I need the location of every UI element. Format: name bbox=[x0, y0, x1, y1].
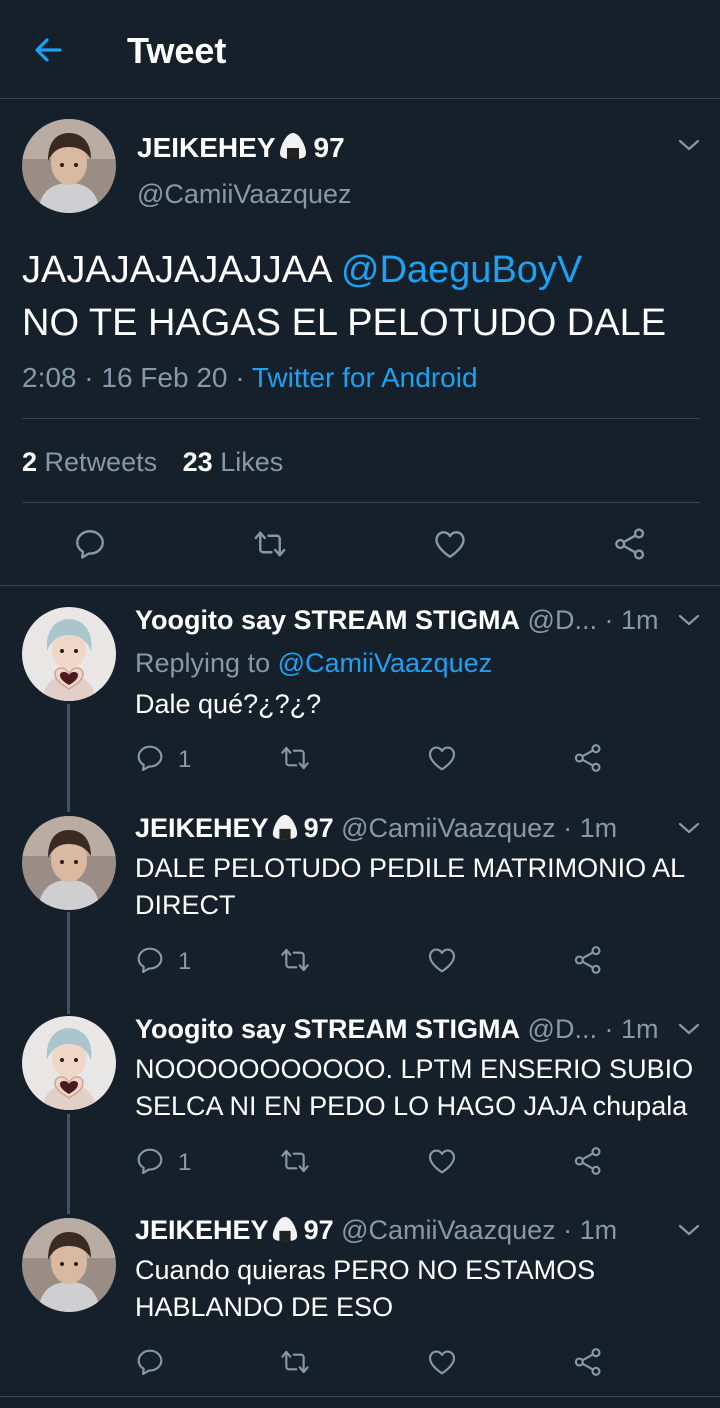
author-name[interactable]: JEIKEHEY 97 bbox=[137, 131, 345, 164]
reply-count: 1 bbox=[178, 1149, 192, 1176]
retweet-icon[interactable] bbox=[252, 526, 288, 562]
author-name[interactable]: JEIKEHEY 97 bbox=[135, 813, 334, 843]
share-icon[interactable] bbox=[612, 526, 648, 562]
author-handle[interactable]: @CamiiVaazquez bbox=[341, 813, 556, 843]
reply-header: JEIKEHEY 97 @CamiiVaazquez · 1m bbox=[135, 1215, 617, 1246]
reply-icon[interactable] bbox=[72, 526, 108, 562]
reply-header: Yoogito say STREAM STIGMA @D... · 1m bbox=[135, 605, 658, 636]
chevron-down-icon[interactable] bbox=[678, 1022, 700, 1036]
likes-stat[interactable]: 23 Likes bbox=[183, 447, 284, 477]
reply-text: DALE PELOTUDO PEDILE MATRIMONIO AL DIREC… bbox=[135, 853, 685, 920]
like-icon[interactable] bbox=[426, 1145, 458, 1177]
page-title: Tweet bbox=[127, 30, 227, 71]
like-icon[interactable] bbox=[426, 742, 458, 774]
author-name[interactable]: JEIKEHEY 97 bbox=[135, 1215, 334, 1245]
arrow-left-icon[interactable] bbox=[30, 32, 66, 68]
reply-time: · 1m bbox=[604, 1014, 659, 1044]
divider bbox=[22, 418, 700, 419]
reply-text: Dale qué?¿?¿? bbox=[135, 689, 322, 719]
thread-line bbox=[67, 912, 70, 1014]
mention-link[interactable]: @DaeguBoyV bbox=[341, 249, 582, 291]
reply-icon[interactable] bbox=[134, 1346, 166, 1378]
author-name[interactable]: Yoogito say STREAM STIGMA bbox=[135, 1014, 520, 1044]
retweet-icon[interactable] bbox=[279, 944, 311, 976]
retweet-icon[interactable] bbox=[279, 1346, 311, 1378]
chevron-down-icon[interactable] bbox=[678, 821, 700, 835]
mention-link[interactable]: @CamiiVaazquez bbox=[278, 648, 493, 678]
author-handle[interactable]: @D... bbox=[528, 1014, 597, 1044]
replying-to: Replying to @CamiiVaazquez bbox=[135, 648, 493, 678]
tweet-timestamp: 2:08 · 16 Feb 20 · bbox=[22, 362, 245, 393]
avatar[interactable] bbox=[22, 119, 116, 213]
reply-text: NOOOOOOOOOOO. LPTM ENSERIO SUBIO SELCA N… bbox=[135, 1054, 694, 1121]
tweet-stats: 2 Retweets 23 Likes bbox=[22, 447, 283, 478]
tweet-text: JAJAJAJAJAJJAA @DaeguBoyV NO TE HAGAS EL… bbox=[22, 249, 667, 344]
avatar[interactable] bbox=[22, 1016, 116, 1110]
reply-icon[interactable] bbox=[134, 742, 166, 774]
reply-time: · 1m bbox=[563, 813, 618, 843]
reply-time: · 1m bbox=[563, 1215, 618, 1245]
reply-text: Cuando quieras PERO NO ESTAMOS HABLANDO … bbox=[135, 1255, 596, 1322]
reply-time: · 1m bbox=[604, 605, 659, 635]
divider bbox=[0, 1396, 720, 1397]
reply-count: 1 bbox=[178, 948, 192, 975]
author-name[interactable]: Yoogito say STREAM STIGMA bbox=[135, 605, 520, 635]
thread-line bbox=[67, 1114, 70, 1214]
source-link[interactable]: Twitter for Android bbox=[252, 362, 478, 393]
author-handle[interactable]: @CamiiVaazquez bbox=[341, 1215, 556, 1245]
thread-line bbox=[67, 704, 70, 812]
share-icon[interactable] bbox=[572, 944, 604, 976]
retweet-icon[interactable] bbox=[279, 742, 311, 774]
avatar[interactable] bbox=[22, 607, 116, 701]
avatar[interactable] bbox=[22, 1218, 116, 1312]
share-icon[interactable] bbox=[572, 742, 604, 774]
chevron-down-icon[interactable] bbox=[678, 1223, 700, 1237]
share-icon[interactable] bbox=[572, 1346, 604, 1378]
chevron-down-icon[interactable] bbox=[678, 613, 700, 627]
top-bar: Tweet bbox=[0, 0, 720, 99]
like-icon[interactable] bbox=[432, 526, 468, 562]
retweets-stat[interactable]: 2 Retweets bbox=[22, 447, 157, 477]
reply-icon[interactable] bbox=[134, 1145, 166, 1177]
reply-count: 1 bbox=[178, 746, 192, 773]
share-icon[interactable] bbox=[572, 1145, 604, 1177]
reply-header: Yoogito say STREAM STIGMA @D... · 1m bbox=[135, 1014, 658, 1045]
like-icon[interactable] bbox=[426, 944, 458, 976]
rice-ball-icon bbox=[271, 1215, 299, 1243]
tweet-meta: 2:08 · 16 Feb 20 · Twitter for Android bbox=[22, 362, 478, 394]
avatar[interactable] bbox=[22, 816, 116, 910]
author-handle[interactable]: @CamiiVaazquez bbox=[137, 179, 352, 210]
retweet-icon[interactable] bbox=[279, 1145, 311, 1177]
author-handle[interactable]: @D... bbox=[528, 605, 597, 635]
rice-ball-icon bbox=[278, 131, 308, 161]
like-icon[interactable] bbox=[426, 1346, 458, 1378]
chevron-down-icon[interactable] bbox=[678, 138, 700, 152]
divider bbox=[22, 502, 700, 503]
reply-header: JEIKEHEY 97 @CamiiVaazquez · 1m bbox=[135, 813, 617, 844]
reply-icon[interactable] bbox=[134, 944, 166, 976]
rice-ball-icon bbox=[271, 813, 299, 841]
divider bbox=[0, 585, 720, 586]
